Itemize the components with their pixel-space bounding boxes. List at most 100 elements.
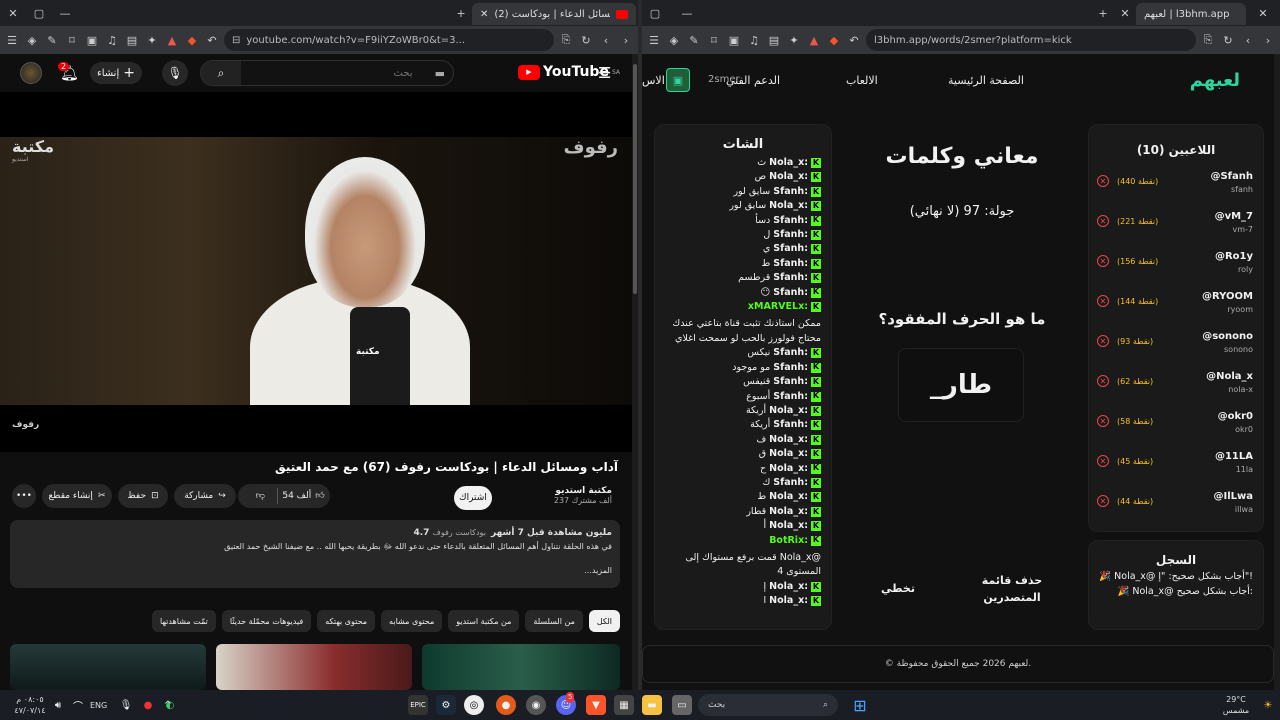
chat-username[interactable]: Sfanh: bbox=[773, 476, 808, 490]
close-window-icon[interactable]: ✕ bbox=[0, 0, 26, 26]
nav-support[interactable]: الدعم الفني bbox=[726, 74, 780, 87]
subscribe-button[interactable]: اشتراك bbox=[454, 486, 492, 510]
chat-username[interactable]: Sfanh: bbox=[773, 390, 808, 404]
pin-icon[interactable]: ✎ bbox=[44, 32, 60, 48]
save-button[interactable]: حفظ ⊡ bbox=[118, 484, 168, 508]
description-box[interactable]: 4.7 مليون مشاهدة قبل 7 أشهر بودكاست رفوف… bbox=[10, 520, 620, 588]
nav-truncated[interactable]: الاس bbox=[642, 74, 665, 87]
history-back-icon[interactable]: ↶ bbox=[846, 32, 862, 48]
remove-player-icon[interactable]: ✕ bbox=[1097, 295, 1109, 307]
chip-similar[interactable]: محتوى مشابه bbox=[381, 610, 443, 632]
tray-chevron-icon[interactable]: ^ bbox=[158, 695, 178, 715]
music-icon[interactable]: ♫ bbox=[104, 32, 120, 48]
file-explorer-icon[interactable]: ▬ bbox=[642, 695, 662, 715]
avatar[interactable] bbox=[20, 62, 42, 84]
forward-icon[interactable]: › bbox=[618, 32, 634, 48]
tab-close-icon[interactable]: ✕ bbox=[480, 9, 488, 20]
weather-widget[interactable]: 29°C مشمس bbox=[1218, 694, 1254, 716]
chip-watched[interactable]: تمّت مشاهدتها bbox=[152, 610, 216, 632]
chat-username[interactable]: Sfanh: bbox=[773, 228, 808, 242]
forward-icon[interactable]: › bbox=[1260, 32, 1276, 48]
burpsuite-icon[interactable]: ● bbox=[496, 695, 516, 715]
panel-icon[interactable]: ▣ bbox=[726, 32, 742, 48]
bookmark-icon[interactable]: ⌑ bbox=[706, 32, 722, 48]
remove-player-icon[interactable]: ✕ bbox=[1097, 255, 1109, 267]
keyboard-icon[interactable]: ▬ bbox=[427, 67, 453, 80]
like-count[interactable]: 54 ألف bbox=[278, 491, 315, 501]
brave-rewards-icon[interactable]: ▲ bbox=[164, 32, 180, 48]
chat-username[interactable]: Sfanh: bbox=[773, 214, 808, 228]
wallet-icon[interactable]: ▤ bbox=[124, 32, 140, 48]
channel-info[interactable]: مكتبة استديو 237 ألف مشترك bbox=[554, 486, 612, 505]
chat-username[interactable]: Sfanh: bbox=[773, 257, 808, 271]
panel-icon[interactable]: ▣ bbox=[84, 32, 100, 48]
clip-button[interactable]: إنشاء مقطع ✂ bbox=[42, 484, 112, 508]
nav-home[interactable]: الصفحة الرئيسية bbox=[948, 74, 1024, 87]
sidebar-toggle-icon[interactable]: ▢ bbox=[642, 0, 668, 26]
page-scrollbar[interactable] bbox=[1274, 54, 1280, 690]
create-button[interactable]: إنشاء + bbox=[90, 62, 142, 84]
chip-all[interactable]: الكل bbox=[588, 610, 620, 632]
remove-player-icon[interactable]: ✕ bbox=[1097, 375, 1109, 387]
bookmark-icon[interactable]: ⌑ bbox=[64, 32, 80, 48]
chip-series[interactable]: من السلسلة bbox=[525, 610, 583, 632]
volume-icon[interactable]: 🔊︎ bbox=[48, 695, 68, 715]
share-button[interactable]: مشاركة ↪ bbox=[174, 484, 236, 508]
brave-icon[interactable]: ▼ bbox=[586, 695, 606, 715]
record-icon[interactable]: ● bbox=[138, 695, 158, 715]
extensions-icon[interactable]: ✦ bbox=[144, 32, 160, 48]
brave-shield-icon[interactable]: ◆ bbox=[826, 32, 842, 48]
chat-username[interactable]: Nola_x: bbox=[769, 505, 808, 519]
skip-button[interactable]: تخطي bbox=[878, 580, 918, 597]
chat-username[interactable]: Nola_x: bbox=[769, 462, 808, 476]
chat-username[interactable]: Sfanh: bbox=[773, 185, 808, 199]
chat-username[interactable]: Sfanh: bbox=[773, 418, 808, 432]
site-logo[interactable]: لعبهم bbox=[1190, 70, 1240, 91]
chat-username[interactable]: Nola_x: bbox=[769, 519, 808, 533]
related-thumbnail[interactable] bbox=[216, 644, 412, 690]
chat-username[interactable]: BotRix: bbox=[769, 534, 808, 548]
description-tag[interactable]: بودكاست رفوف bbox=[433, 528, 486, 537]
chip-liked[interactable]: محتوى بهتكه bbox=[317, 610, 376, 632]
store-icon[interactable]: ▦ bbox=[614, 695, 634, 715]
tab-close-icon[interactable]: ✕ bbox=[1250, 0, 1276, 26]
history-back-icon[interactable]: ↶ bbox=[204, 32, 220, 48]
tab-l3bhm[interactable]: لعبهم | l3bhm.app bbox=[1136, 3, 1246, 25]
dislike-icon[interactable]: 👎︎ bbox=[243, 491, 277, 501]
extensions-icon[interactable]: ✦ bbox=[786, 32, 802, 48]
chip-channel[interactable]: من مكتبة استديو bbox=[448, 610, 520, 632]
remove-player-icon[interactable]: ✕ bbox=[1097, 335, 1109, 347]
brave-shield-icon[interactable]: ◆ bbox=[184, 32, 200, 48]
chrome-icon[interactable]: ◎ bbox=[464, 695, 484, 715]
chat-username[interactable]: Sfanh: bbox=[773, 361, 808, 375]
chat-username[interactable]: xMARVELx: bbox=[748, 300, 808, 314]
chat-username[interactable]: Sfanh: bbox=[773, 375, 808, 389]
task-view-icon[interactable]: ▭ bbox=[672, 695, 692, 715]
sidebar-icon[interactable]: ☰ bbox=[4, 32, 20, 48]
remove-player-icon[interactable]: ✕ bbox=[1097, 175, 1109, 187]
chat-username[interactable]: Nola_x: bbox=[769, 199, 808, 213]
clock[interactable]: ٠٨:٠٥ م ٤٧/٠٧/١٤ bbox=[12, 694, 48, 716]
chat-username[interactable]: Nola_x: bbox=[769, 580, 808, 594]
bookmark-page-icon[interactable]: ⎘ bbox=[1200, 32, 1216, 48]
nav-games[interactable]: الالعاب bbox=[846, 74, 878, 87]
address-bar[interactable]: ⊟ youtube.com/watch?v=F9iiYZoWBr0&t=3... bbox=[224, 29, 554, 51]
chat-username[interactable]: Sfanh: bbox=[773, 346, 808, 360]
remove-player-icon[interactable]: ✕ bbox=[1097, 495, 1109, 507]
chat-username[interactable]: Nola_x: bbox=[769, 433, 808, 447]
new-tab-button[interactable]: + bbox=[448, 0, 474, 26]
chat-username[interactable]: Nola_x: bbox=[769, 170, 808, 184]
chat-username[interactable]: Nola_x: bbox=[769, 490, 808, 504]
voice-search-button[interactable]: 🎙︎ bbox=[162, 60, 188, 86]
menu-icon[interactable]: ☰ bbox=[598, 64, 611, 82]
related-thumbnail[interactable] bbox=[422, 644, 620, 690]
steam-icon[interactable]: ⚙ bbox=[436, 695, 456, 715]
language-indicator[interactable]: ENG bbox=[90, 700, 107, 711]
back-icon[interactable]: ‹ bbox=[598, 32, 614, 48]
tab-close-icon[interactable]: ✕ bbox=[1112, 0, 1138, 26]
chat-username[interactable]: Sfanh: bbox=[773, 242, 808, 256]
chat-username[interactable]: Nola_x: bbox=[769, 594, 808, 608]
chat-username[interactable]: Nola_x: bbox=[769, 156, 808, 170]
like-icon[interactable]: 👍︎ bbox=[315, 491, 324, 501]
clear-leaderboard-button[interactable]: حذف قائمة المتصدرين bbox=[970, 572, 1054, 606]
